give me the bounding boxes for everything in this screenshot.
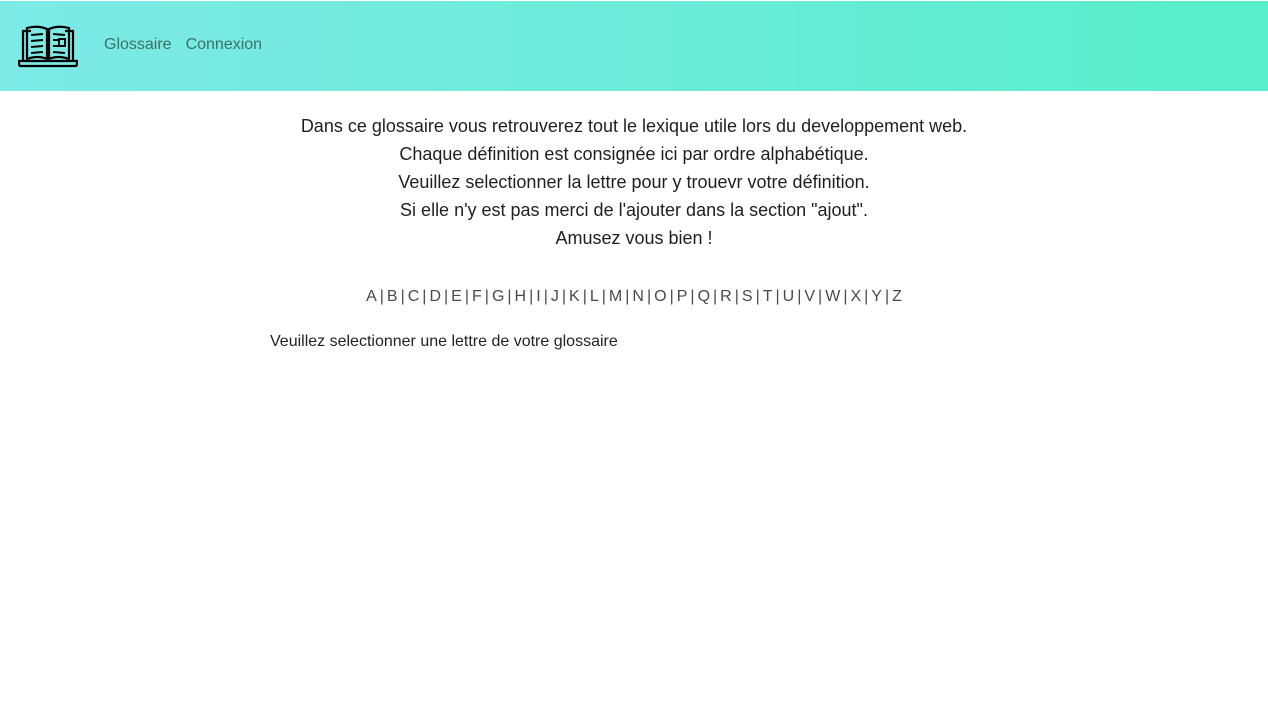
letter-link-u[interactable]: U (783, 288, 795, 305)
intro-text: Dans ce glossaire vous retrouverez tout … (0, 112, 1268, 252)
letter-link-g[interactable]: G (492, 288, 504, 305)
letter-separator: | (775, 288, 780, 305)
letter-separator: | (755, 288, 760, 305)
letter-separator: | (379, 288, 384, 305)
letter-link-h[interactable]: H (515, 288, 527, 305)
letter-link-x[interactable]: X (850, 288, 861, 305)
letter-separator: | (818, 288, 823, 305)
letter-link-a[interactable]: A (366, 288, 377, 305)
letter-link-t[interactable]: T (763, 288, 773, 305)
letter-separator: | (625, 288, 630, 305)
letter-link-q[interactable]: Q (698, 288, 710, 305)
letter-link-v[interactable]: V (804, 288, 815, 305)
open-book-laptop-icon[interactable] (18, 24, 78, 68)
letter-separator: | (884, 288, 890, 305)
letter-link-c[interactable]: C (408, 288, 420, 305)
letter-link-k[interactable]: K (569, 288, 580, 305)
letter-separator: | (601, 288, 606, 305)
letter-separator: | (690, 288, 695, 305)
letter-separator: | (529, 288, 534, 305)
letter-link-n[interactable]: N (632, 288, 644, 305)
letter-link-w[interactable]: W (825, 288, 840, 305)
letter-separator: | (864, 288, 869, 305)
alphabet-index: A | B | C | D | E | F | G | H | I | J | K | L | M | N | O | P | Q | R | S | T |… (0, 288, 1268, 306)
nav-link-connexion[interactable]: Connexion (186, 36, 263, 54)
intro-line: Si elle n'y est pas merci de l'ajouter d… (400, 200, 868, 220)
letter-separator: | (669, 288, 674, 305)
letter-separator: | (507, 288, 512, 305)
letter-link-s[interactable]: S (742, 288, 753, 305)
letter-link-f[interactable]: F (472, 288, 482, 305)
letter-separator: | (484, 288, 489, 305)
letter-link-l[interactable]: L (590, 288, 599, 305)
nav-link-glossaire[interactable]: Glossaire (104, 36, 172, 54)
letter-separator: | (582, 288, 587, 305)
letter-separator: | (543, 288, 548, 305)
letter-link-e[interactable]: E (451, 288, 462, 305)
letter-separator: | (422, 288, 427, 305)
intro-line: Chaque définition est consignée ici par … (399, 144, 869, 164)
letter-separator: | (561, 288, 567, 305)
letter-separator: | (713, 288, 718, 305)
intro-line: Dans ce glossaire vous retrouverez tout … (300, 116, 968, 136)
intro-line: Amusez vous bien ! (555, 228, 713, 248)
letter-separator: | (843, 288, 848, 305)
letter-link-y[interactable]: Y (871, 288, 882, 305)
letter-link-o[interactable]: O (654, 288, 666, 305)
letter-separator: | (444, 288, 449, 305)
letter-link-m[interactable]: M (609, 288, 622, 305)
nav-links: Glossaire Connexion (104, 36, 262, 54)
letter-separator: | (400, 288, 405, 305)
header-navbar: Glossaire Connexion (0, 1, 1268, 91)
letter-link-p[interactable]: P (677, 288, 688, 305)
letter-separator: | (646, 288, 652, 305)
letter-link-b[interactable]: B (387, 288, 398, 305)
letter-link-z[interactable]: Z (892, 288, 902, 305)
letter-link-r[interactable]: R (720, 288, 732, 305)
letter-separator: | (464, 288, 469, 305)
letter-separator: | (734, 288, 739, 305)
intro-line: Veuillez selectionner la lettre pour y t… (398, 172, 870, 192)
letter-link-d[interactable]: D (429, 288, 441, 305)
letter-separator: | (797, 288, 802, 305)
letter-link-j[interactable]: J (551, 288, 559, 305)
select-letter-prompt: Veuillez selectionner une lettre de votr… (270, 333, 618, 350)
